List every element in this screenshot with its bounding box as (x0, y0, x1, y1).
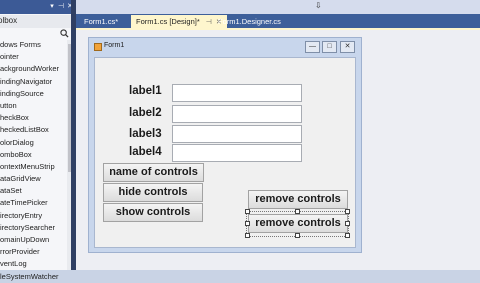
search-icon[interactable] (60, 29, 69, 38)
resize-handle[interactable] (295, 233, 300, 238)
textbox2[interactable] (172, 105, 302, 123)
resize-handle[interactable] (345, 209, 350, 214)
textbox3[interactable] (172, 125, 302, 143)
chevron-down-icon[interactable]: ⇩ (315, 1, 322, 10)
toolbox-item[interactable]: utton (0, 100, 66, 112)
toolbox-item[interactable]: rrorProvider (0, 246, 66, 258)
tab-label: Form1.cs* (84, 17, 119, 26)
form-title: Form1 (104, 42, 125, 49)
toolbox-item[interactable]: indingSource (0, 88, 66, 100)
toolbox-item[interactable]: ackgroundWorker (0, 63, 66, 75)
resize-handle[interactable] (245, 209, 250, 214)
hide-controls-button[interactable]: hide controls (103, 183, 203, 202)
toolbox-item[interactable]: ateTimePicker (0, 197, 66, 209)
tab-label: Form1.cs [Design]* (136, 17, 200, 26)
show-controls-button[interactable]: show controls (103, 203, 203, 222)
resize-handle[interactable] (345, 221, 350, 226)
tab-form1-cs[interactable]: Form1.cs* (79, 15, 123, 28)
toolbox-item[interactable]: omboBox (0, 149, 66, 161)
toolbox-search-label: olbox (0, 16, 18, 25)
toolbox-item[interactable]: leSystemWatcher (0, 271, 66, 283)
toolbox-item[interactable]: ontextMenuStrip (0, 161, 66, 173)
dropdown-icon[interactable]: ▾ (48, 2, 56, 11)
form-icon (94, 43, 102, 51)
name-of-controls-button[interactable]: name of controls (103, 163, 204, 182)
close-icon[interactable]: ✕ (340, 41, 355, 53)
resize-handle[interactable] (245, 233, 250, 238)
toolbox-title-bar: ▾ ⊣ ✕ (0, 0, 75, 14)
toolbox-panel: ▾ ⊣ ✕ olbox dows Forms ointer ackgroundWor… (0, 0, 76, 281)
remove-controls-button[interactable]: remove controls (248, 190, 348, 209)
toolbox-item[interactable]: indingNavigator (0, 76, 66, 88)
resize-handle[interactable] (245, 221, 250, 226)
toolbox-item[interactable]: heckedListBox (0, 124, 66, 136)
resize-handle[interactable] (345, 233, 350, 238)
toolbox-item[interactable]: heckBox (0, 112, 66, 124)
label1[interactable]: label1 (129, 85, 162, 97)
minimize-icon[interactable]: — (305, 41, 320, 53)
toolbox-item[interactable]: dows Forms (0, 39, 66, 51)
toolbox-item[interactable]: irectoryEntry (0, 210, 66, 222)
maximize-icon[interactable]: □ (322, 41, 337, 53)
toolbox-item[interactable]: omainUpDown (0, 234, 66, 246)
toolbox-list: dows Forms ointer ackgroundWorker indingNav… (0, 39, 66, 283)
label4[interactable]: label4 (129, 146, 162, 158)
toolbox-item[interactable]: olorDialog (0, 137, 66, 149)
tab-form1-designer[interactable]: Form1.Designer.cs (213, 15, 286, 28)
toolbar-strip: ⇩ (76, 0, 480, 14)
tab-label: Form1.Designer.cs (218, 17, 281, 26)
resize-handle[interactable] (295, 209, 300, 214)
toolbox-item[interactable]: ataGridView (0, 173, 66, 185)
textbox4[interactable] (172, 144, 302, 162)
toolbox-item[interactable]: ointer (0, 51, 66, 63)
label3[interactable]: label3 (129, 128, 162, 140)
textbox1[interactable] (172, 84, 302, 102)
form-title-bar[interactable]: Form1 — □ ✕ (89, 38, 361, 56)
toolbox-item[interactable]: ataSet (0, 185, 66, 197)
toolbox-item[interactable]: irectorySearcher (0, 222, 66, 234)
pin-icon[interactable]: ⊣ (57, 2, 65, 11)
label2[interactable]: label2 (129, 107, 162, 119)
toolbox-item[interactable]: ventLog (0, 258, 66, 270)
